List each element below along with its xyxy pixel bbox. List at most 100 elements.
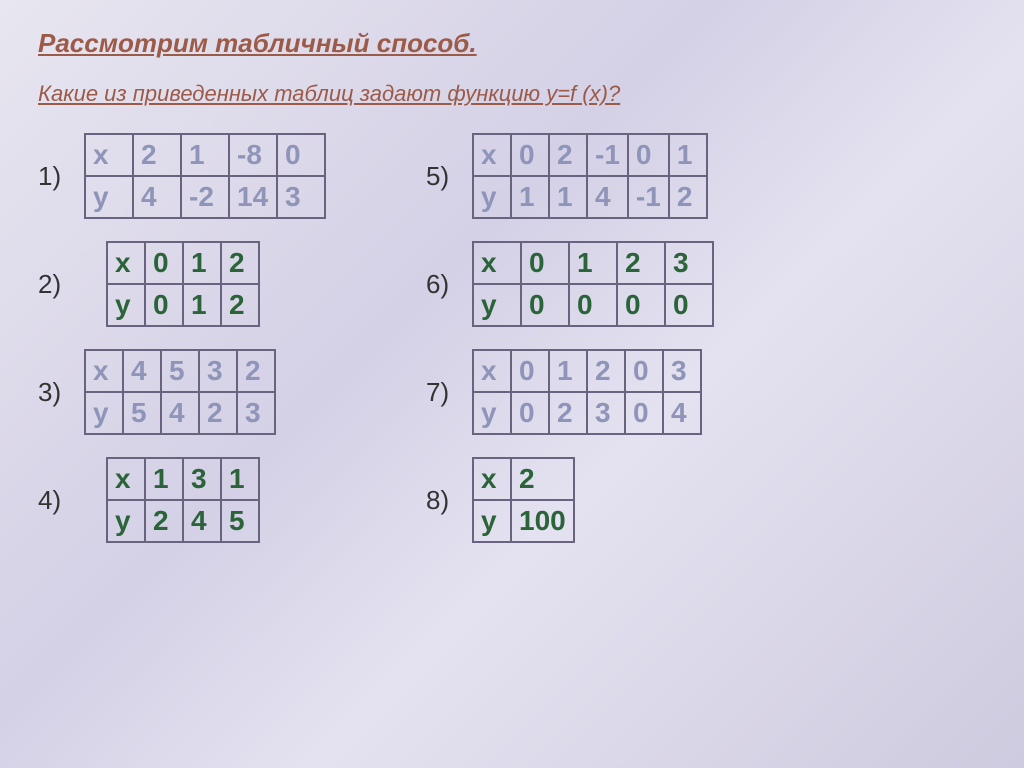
table-row: х 2 bbox=[473, 458, 574, 500]
row-header-y: у bbox=[473, 284, 521, 326]
row-header-y: у bbox=[107, 284, 145, 326]
table-row: х 2 1 -8 0 bbox=[85, 134, 325, 176]
row-header-x: х bbox=[473, 242, 521, 284]
table-3: х 4 5 3 2 у 5 4 2 3 bbox=[84, 349, 276, 435]
row-header-y: у bbox=[473, 176, 511, 218]
label-8: 8) bbox=[426, 485, 472, 516]
cell: 0 bbox=[145, 284, 183, 326]
cell: 0 bbox=[145, 242, 183, 284]
table-row: у 5 4 2 3 bbox=[85, 392, 275, 434]
cell: 100 bbox=[511, 500, 574, 542]
cell: 3 bbox=[277, 176, 325, 218]
cell: 0 bbox=[511, 350, 549, 392]
table-6: х 0 1 2 3 у 0 0 0 0 bbox=[472, 241, 714, 327]
cell: 1 bbox=[569, 242, 617, 284]
cell: 1 bbox=[549, 350, 587, 392]
cell: 2 bbox=[669, 176, 707, 218]
cell: -1 bbox=[628, 176, 669, 218]
cell: 0 bbox=[625, 392, 663, 434]
cell: 3 bbox=[183, 458, 221, 500]
cell: 2 bbox=[549, 392, 587, 434]
row-header-x: х bbox=[107, 458, 145, 500]
cell: 0 bbox=[665, 284, 713, 326]
row-header-y: у bbox=[85, 392, 123, 434]
cell: 2 bbox=[133, 134, 181, 176]
item-3: 3) х 4 5 3 2 у 5 4 2 3 bbox=[38, 349, 326, 435]
cell: 14 bbox=[229, 176, 277, 218]
cell: 3 bbox=[587, 392, 625, 434]
table-row: у 1 1 4 -1 2 bbox=[473, 176, 707, 218]
cell: 4 bbox=[161, 392, 199, 434]
item-6: 6) х 0 1 2 3 у 0 0 0 0 bbox=[426, 241, 714, 327]
cell: 2 bbox=[237, 350, 275, 392]
table-row: у 0 0 0 0 bbox=[473, 284, 713, 326]
cell: 1 bbox=[511, 176, 549, 218]
table-row: х 0 1 2 0 3 bbox=[473, 350, 701, 392]
label-6: 6) bbox=[426, 269, 472, 300]
left-column: 1) х 2 1 -8 0 у 4 -2 14 3 2) bbox=[38, 133, 326, 565]
cell: 1 bbox=[183, 284, 221, 326]
cell: 5 bbox=[161, 350, 199, 392]
table-1: х 2 1 -8 0 у 4 -2 14 3 bbox=[84, 133, 326, 219]
row-header-x: х bbox=[85, 350, 123, 392]
cell: 2 bbox=[221, 284, 259, 326]
right-column: 5) х 0 2 -1 0 1 у 1 1 4 -1 2 bbox=[426, 133, 714, 565]
content-columns: 1) х 2 1 -8 0 у 4 -2 14 3 2) bbox=[38, 133, 986, 565]
label-2: 2) bbox=[38, 269, 84, 300]
cell: 1 bbox=[549, 176, 587, 218]
slide-subtitle: Какие из приведенных таблиц задают функц… bbox=[38, 81, 986, 107]
row-header-x: х bbox=[107, 242, 145, 284]
row-header-y: у bbox=[107, 500, 145, 542]
cell: 4 bbox=[133, 176, 181, 218]
table-row: х 0 2 -1 0 1 bbox=[473, 134, 707, 176]
cell: 0 bbox=[521, 284, 569, 326]
table-row: у 0 2 3 0 4 bbox=[473, 392, 701, 434]
cell: 2 bbox=[617, 242, 665, 284]
row-header-y: у bbox=[473, 392, 511, 434]
cell: 0 bbox=[617, 284, 665, 326]
cell: 3 bbox=[663, 350, 701, 392]
cell: 0 bbox=[511, 392, 549, 434]
table-row: х 0 1 2 3 bbox=[473, 242, 713, 284]
cell: -1 bbox=[587, 134, 628, 176]
table-row: у 2 4 5 bbox=[107, 500, 259, 542]
cell: -2 bbox=[181, 176, 229, 218]
label-5: 5) bbox=[426, 161, 472, 192]
cell: 4 bbox=[123, 350, 161, 392]
cell: 4 bbox=[663, 392, 701, 434]
item-2: 2) х 0 1 2 у 0 1 2 bbox=[38, 241, 326, 327]
cell: 3 bbox=[665, 242, 713, 284]
item-5: 5) х 0 2 -1 0 1 у 1 1 4 -1 2 bbox=[426, 133, 714, 219]
item-7: 7) х 0 1 2 0 3 у 0 2 3 0 4 bbox=[426, 349, 714, 435]
cell: -8 bbox=[229, 134, 277, 176]
cell: 3 bbox=[237, 392, 275, 434]
table-2: х 0 1 2 у 0 1 2 bbox=[106, 241, 260, 327]
cell: 4 bbox=[587, 176, 628, 218]
table-5: х 0 2 -1 0 1 у 1 1 4 -1 2 bbox=[472, 133, 708, 219]
row-header-y: у bbox=[85, 176, 133, 218]
cell: 3 bbox=[199, 350, 237, 392]
cell: 5 bbox=[221, 500, 259, 542]
cell: 2 bbox=[587, 350, 625, 392]
table-row: х 0 1 2 bbox=[107, 242, 259, 284]
label-7: 7) bbox=[426, 377, 472, 408]
cell: 1 bbox=[145, 458, 183, 500]
cell: 0 bbox=[628, 134, 669, 176]
row-header-x: х bbox=[473, 350, 511, 392]
cell: 4 bbox=[183, 500, 221, 542]
row-header-x: х bbox=[473, 134, 511, 176]
cell: 2 bbox=[549, 134, 587, 176]
row-header-x: х bbox=[473, 458, 511, 500]
table-row: у 100 bbox=[473, 500, 574, 542]
row-header-y: у bbox=[473, 500, 511, 542]
cell: 2 bbox=[221, 242, 259, 284]
table-row: х 4 5 3 2 bbox=[85, 350, 275, 392]
table-row: х 1 3 1 bbox=[107, 458, 259, 500]
cell: 2 bbox=[199, 392, 237, 434]
cell: 0 bbox=[521, 242, 569, 284]
slide-title: Рассмотрим табличный способ. bbox=[38, 28, 986, 59]
row-header-x: х bbox=[85, 134, 133, 176]
cell: 2 bbox=[145, 500, 183, 542]
cell: 1 bbox=[183, 242, 221, 284]
cell: 0 bbox=[277, 134, 325, 176]
